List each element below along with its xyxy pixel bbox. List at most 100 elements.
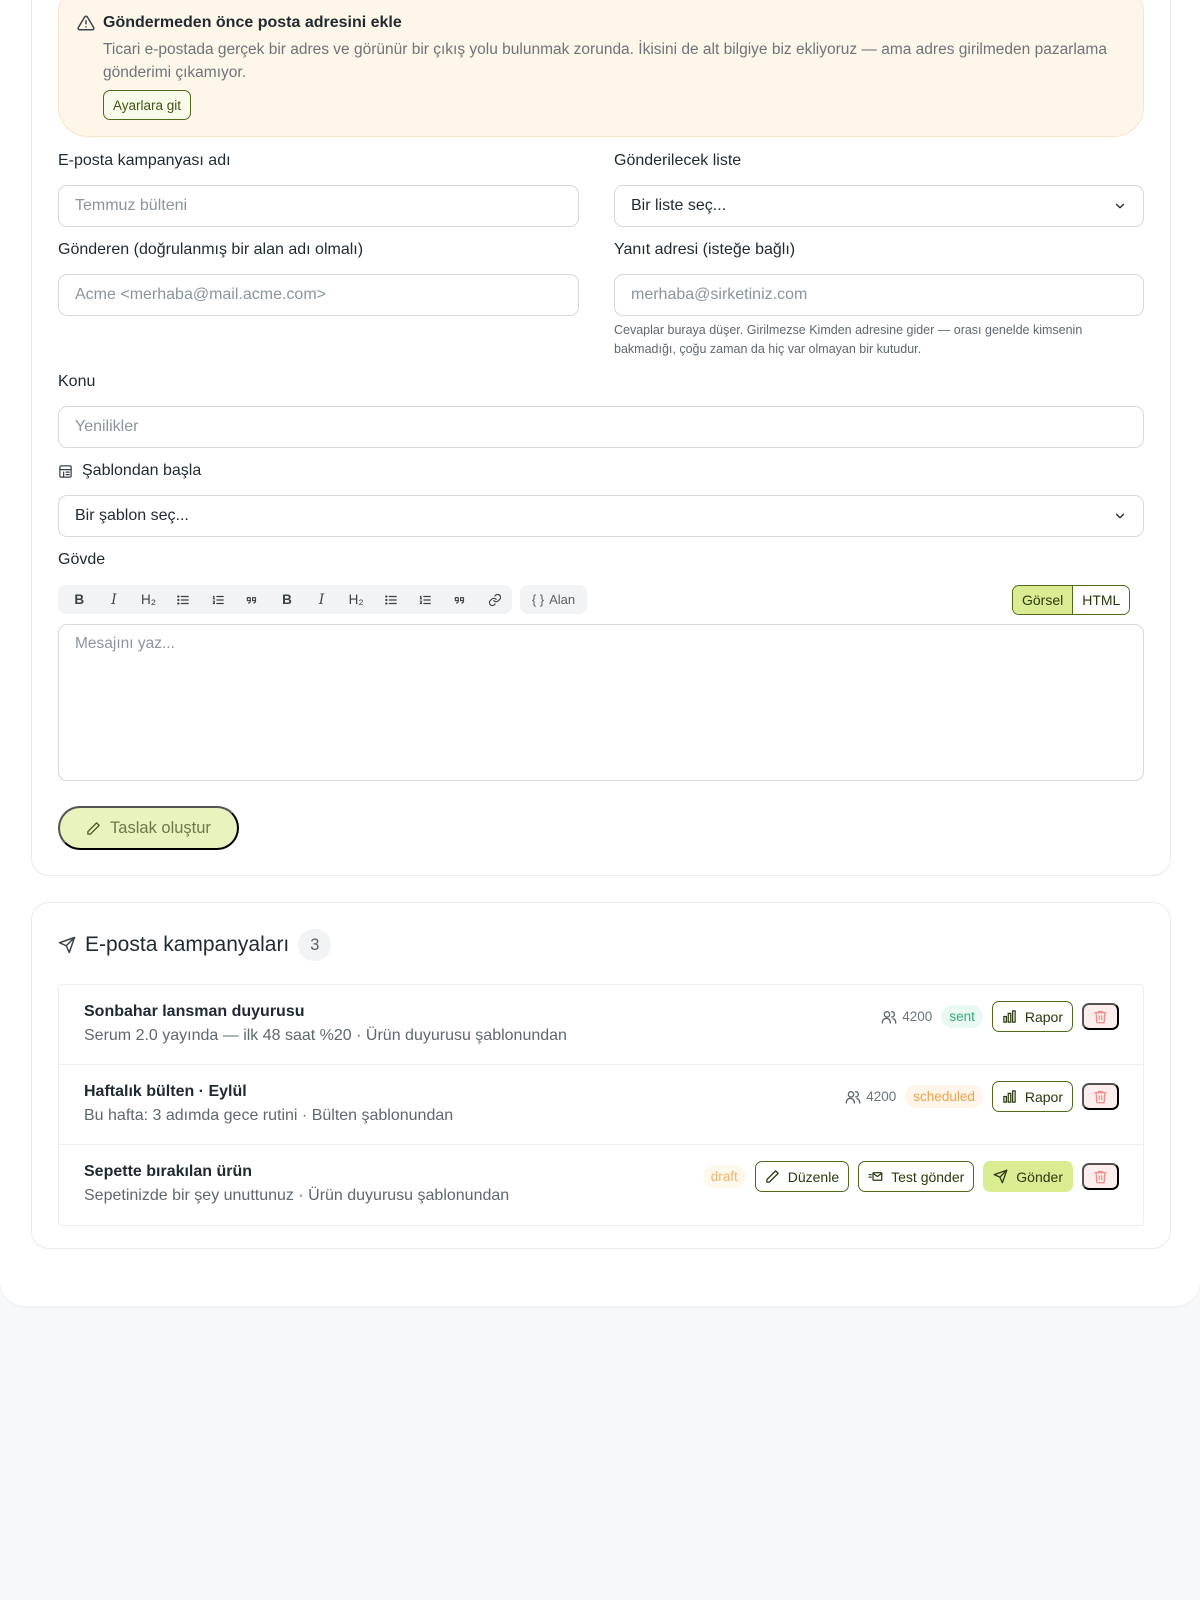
insert-field-button[interactable]: { } Alan	[520, 585, 587, 614]
send-label: Gönder	[1016, 1168, 1063, 1185]
template-select-value: Bir şablon seç...	[75, 507, 189, 524]
reply-to-input[interactable]: merhaba@sirketiniz.com	[614, 274, 1144, 316]
reply-to-help-text: Cevaplar buraya düşer. Girilmezse Kimden…	[614, 323, 1083, 356]
address-warning-alert: Göndermeden önce posta adresini ekle Tic…	[58, 0, 1144, 137]
trash-icon	[1094, 1010, 1107, 1024]
go-to-settings-button[interactable]: Ayarlara git	[103, 90, 192, 120]
reply-to-placeholder: merhaba@sirketiniz.com	[631, 286, 808, 303]
page: Göndermeden önce posta adresini ekle Tic…	[0, 0, 1200, 1306]
report-label: Rapor	[1024, 1008, 1063, 1025]
mode-html-button[interactable]: HTML	[1072, 586, 1130, 614]
body-editor[interactable]: Mesajını yaz...	[58, 624, 1144, 781]
users-icon	[881, 1010, 897, 1024]
bold-button[interactable]: B	[62, 585, 97, 614]
ordered-list-icon	[420, 595, 432, 604]
template-label-text: Şablondan başla	[82, 462, 202, 479]
editor-toolbar: B I H₂ B I H₂	[58, 585, 512, 614]
quote-button[interactable]	[235, 585, 270, 614]
campaign-subtitle: Sepetinizde bir şey unuttunuz · Ürün duy…	[84, 1187, 510, 1204]
list-select-value: Bir liste seç...	[631, 197, 727, 214]
audience-count: 4200	[845, 1089, 896, 1105]
campaign-list-header: E-posta kampanyaları 3	[58, 929, 332, 961]
send-icon	[58, 936, 76, 954]
send-icon	[993, 1169, 1008, 1184]
create-draft-button[interactable]: Taslak oluştur	[58, 806, 239, 850]
trash-icon	[1094, 1170, 1107, 1184]
delete-button[interactable]	[1082, 1163, 1119, 1190]
campaign-name-input[interactable]: Temmuz bülteni	[58, 185, 579, 227]
campaign-form-card: Göndermeden önce posta adresini ekle Tic…	[31, 0, 1171, 876]
campaign-actions: 4200 sent Rapor	[881, 1001, 1119, 1032]
campaign-subtitle: Serum 2.0 yayında — ilk 48 saat %20 · Ür…	[84, 1027, 567, 1044]
alert-title: Göndermeden önce posta adresini ekle	[103, 14, 402, 31]
campaign-actions: 4200 scheduled Rapor	[845, 1081, 1119, 1112]
italic-button[interactable]: I	[97, 585, 132, 614]
link-icon	[488, 593, 501, 606]
bullet-list-icon	[384, 594, 397, 605]
status-badge: scheduled	[905, 1085, 983, 1108]
campaign-list: Sonbahar lansman duyurusu Serum 2.0 yayı…	[58, 984, 1144, 1226]
quote-icon	[454, 596, 465, 603]
subject-label: Konu	[58, 373, 96, 390]
quote-button-2[interactable]	[443, 585, 478, 614]
campaign-name-placeholder: Temmuz bülteni	[75, 197, 188, 214]
trash-icon	[1094, 1090, 1107, 1104]
template-label: Şablondan başla	[58, 462, 201, 480]
delete-button[interactable]	[1082, 1003, 1119, 1030]
template-select[interactable]: Bir şablon seç...	[58, 495, 1144, 537]
status-badge: sent	[941, 1005, 983, 1028]
campaign-row: Sepette bırakılan ürün Sepetinizde bir ş…	[59, 1145, 1143, 1225]
status-badge: draft	[702, 1165, 746, 1188]
campaign-list-title: E-posta kampanyaları	[85, 933, 290, 956]
reply-to-label: Yanıt adresi (isteğe bağlı)	[614, 241, 796, 258]
campaign-name-label: E-posta kampanyası adı	[58, 152, 231, 169]
audience-count-value: 4200	[866, 1089, 897, 1104]
insert-field-label: Alan	[549, 592, 576, 607]
list-label: Gönderilecek liste	[614, 152, 742, 169]
chevron-down-icon	[1115, 203, 1125, 209]
edit-button[interactable]: Düzenle	[754, 1161, 850, 1192]
pencil-icon	[766, 1170, 779, 1183]
bullet-list-button-2[interactable]	[373, 585, 408, 614]
bar-chart-icon	[1003, 1090, 1016, 1103]
send-test-button[interactable]: Test gönder	[858, 1161, 975, 1192]
audience-count-value: 4200	[902, 1009, 933, 1024]
report-button[interactable]: Rapor	[991, 1001, 1073, 1032]
body-placeholder: Mesajını yaz...	[75, 635, 175, 652]
editor-mode-toggle: Görsel HTML	[1012, 585, 1131, 615]
chevron-down-icon	[1115, 513, 1125, 519]
campaign-title: Haftalık bülten · Eylül	[84, 1083, 247, 1100]
sender-label: Gönderen (doğrulanmış bir alan adı olmal…	[58, 241, 364, 258]
ordered-list-icon	[212, 595, 224, 604]
report-button[interactable]: Rapor	[991, 1081, 1073, 1112]
mode-visual-button[interactable]: Görsel	[1013, 586, 1073, 614]
body-label: Gövde	[58, 551, 106, 568]
bold-button-2[interactable]: B	[270, 585, 305, 614]
campaign-row: Sonbahar lansman duyurusu Serum 2.0 yayı…	[59, 985, 1143, 1065]
heading-button[interactable]: H₂	[131, 585, 166, 614]
quote-icon	[247, 596, 257, 603]
sender-input[interactable]: Acme <merhaba@mail.acme.com>	[58, 274, 579, 316]
ordered-list-button[interactable]	[200, 585, 235, 614]
subject-placeholder: Yenilikler	[75, 418, 139, 435]
link-button[interactable]	[477, 585, 512, 614]
braces-icon: { }	[531, 592, 545, 607]
create-draft-label: Taslak oluştur	[110, 818, 211, 837]
edit-label: Düzenle	[787, 1168, 840, 1185]
send-button[interactable]: Gönder	[983, 1161, 1073, 1192]
bullet-list-button[interactable]	[166, 585, 201, 614]
campaign-row: Haftalık bülten · Eylül Bu hafta: 3 adım…	[59, 1065, 1143, 1145]
subject-input[interactable]: Yenilikler	[58, 406, 1144, 448]
warning-icon	[77, 15, 95, 31]
italic-button-2[interactable]: I	[304, 585, 339, 614]
pencil-icon	[87, 821, 100, 835]
delete-button[interactable]	[1082, 1083, 1119, 1110]
heading-button-2[interactable]: H₂	[339, 585, 374, 614]
template-icon	[59, 464, 72, 478]
campaign-title: Sonbahar lansman duyurusu	[84, 1003, 305, 1020]
ordered-list-button-2[interactable]	[408, 585, 443, 614]
campaign-actions: draft Düzenle Test gönder Gönder	[702, 1161, 1119, 1192]
campaign-count-badge: 3	[298, 929, 332, 961]
list-select[interactable]: Bir liste seç...	[614, 185, 1144, 227]
campaign-list-card: E-posta kampanyaları 3 Sonbahar lansman …	[31, 902, 1171, 1249]
